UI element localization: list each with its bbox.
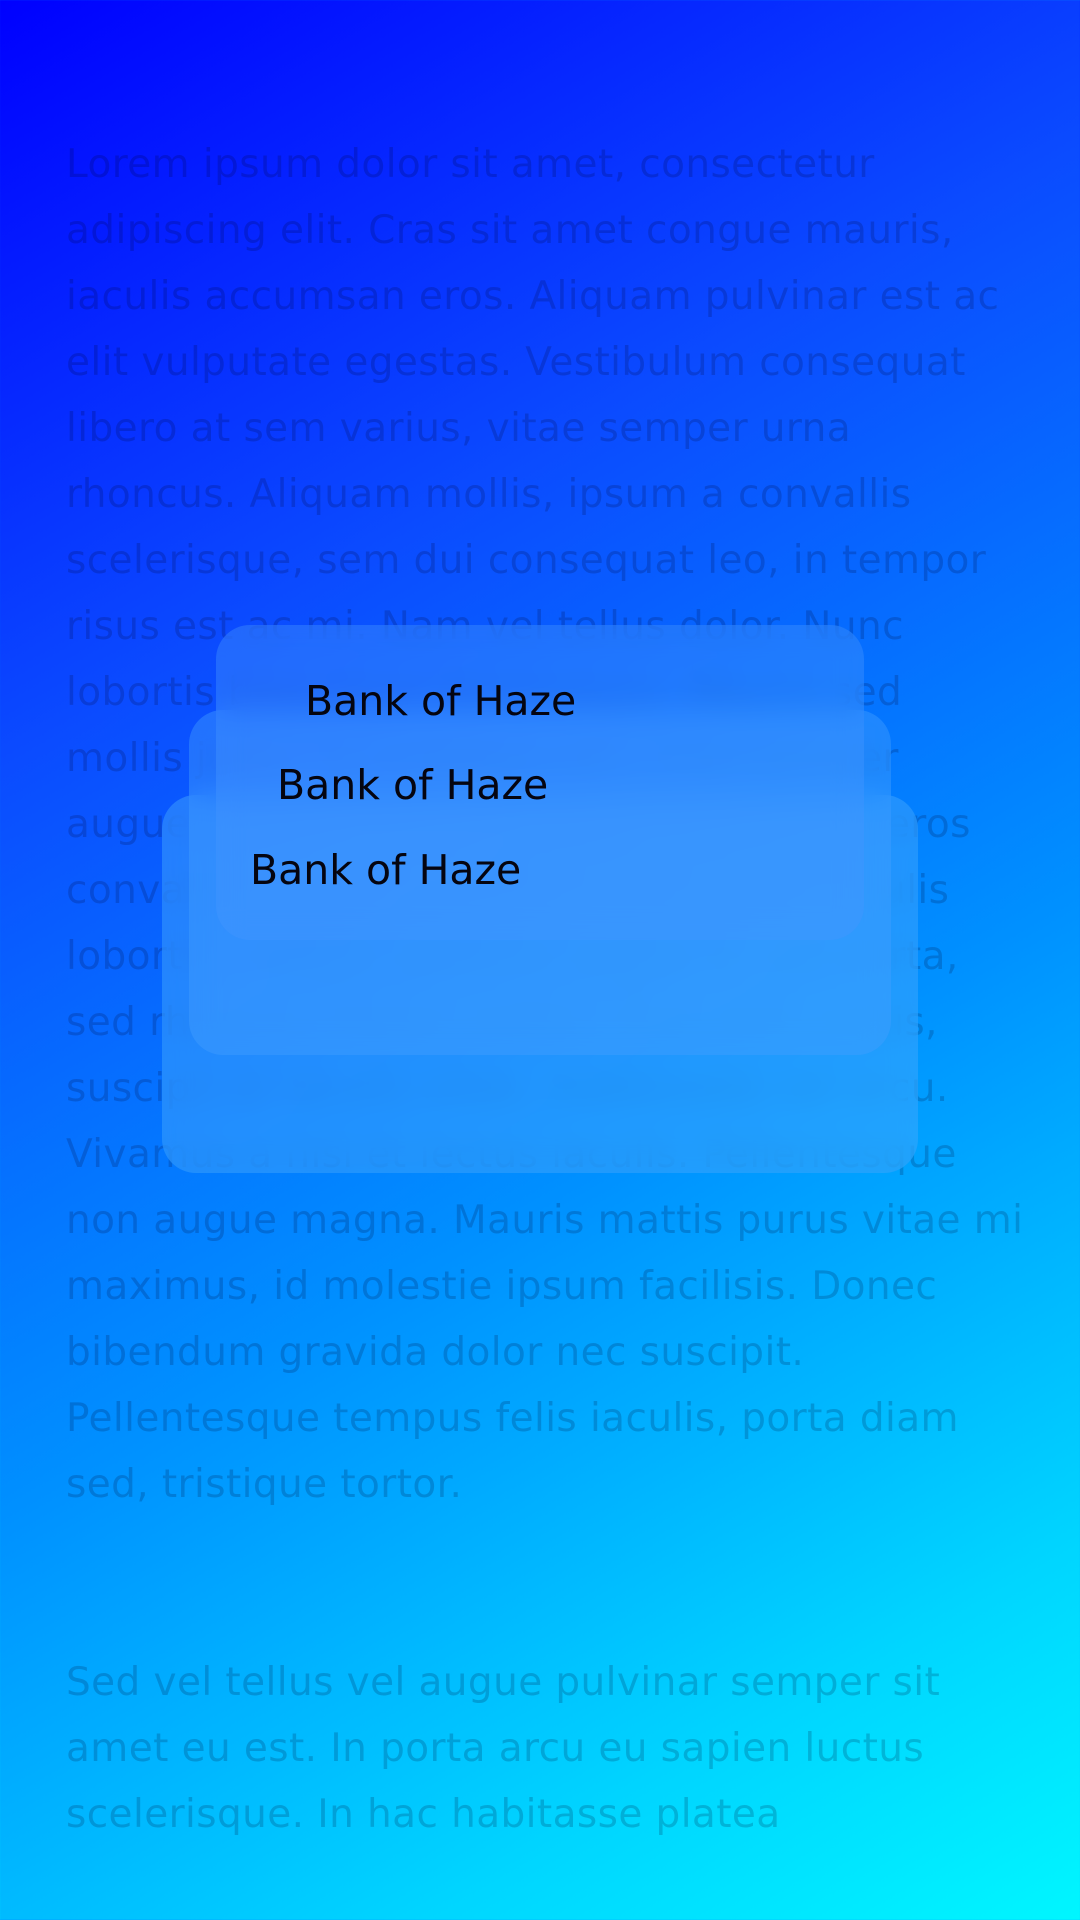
background-paragraph-2: Sed vel tellus vel augue pulvinar semper… (66, 1660, 941, 1837)
bank-card-middle-label: Bank of Haze (277, 761, 549, 809)
bank-card-back-label: Bank of Haze (250, 846, 522, 894)
bank-card-front-label: Bank of Haze (305, 677, 577, 725)
